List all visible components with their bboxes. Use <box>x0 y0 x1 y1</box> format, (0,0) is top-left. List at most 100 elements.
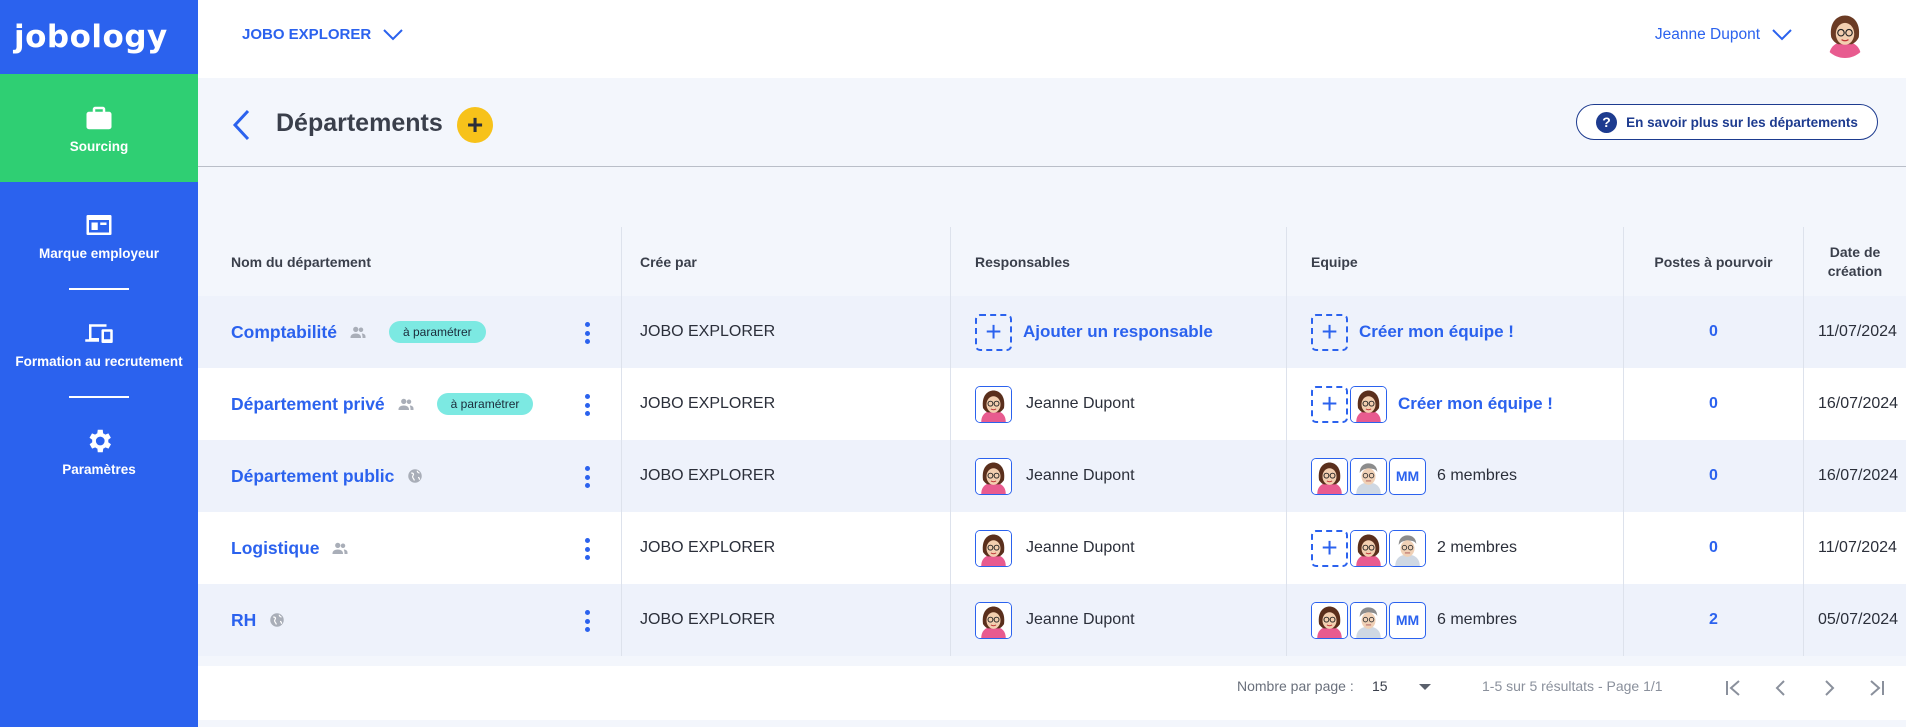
create-team-link[interactable]: Créer mon équipe ! <box>1359 322 1514 342</box>
team-member-initials[interactable]: MM <box>1389 601 1426 639</box>
first-page-icon[interactable] <box>1721 676 1745 700</box>
cell-positions: 0 <box>1624 440 1804 512</box>
team-member-avatar[interactable] <box>1350 385 1387 423</box>
last-page-icon[interactable] <box>1865 676 1889 700</box>
user-avatar[interactable] <box>1822 12 1868 58</box>
back-arrow-icon[interactable] <box>230 108 252 142</box>
department-name-link[interactable]: Département public <box>231 466 394 487</box>
cell-creation-date: 11/07/2024 <box>1818 539 1897 556</box>
team-member-avatar[interactable] <box>1311 601 1348 639</box>
cell-department-name: Comptabilité à paramétrer <box>198 296 622 368</box>
chevron-down-icon <box>383 28 403 40</box>
header-positions[interactable]: Postes à pourvoir <box>1624 227 1804 296</box>
team-member-avatar[interactable] <box>1350 529 1387 567</box>
team-member-avatar[interactable] <box>1311 457 1348 495</box>
sidebar: jobology Sourcing Marque employeur Forma… <box>0 0 198 727</box>
people-icon <box>331 539 349 557</box>
chevron-down-icon <box>1772 29 1792 41</box>
cell-positions: 0 <box>1624 368 1804 440</box>
sidebar-item-label: Formation au recrutement <box>15 353 183 369</box>
team-members-count[interactable]: 6 membres <box>1437 611 1517 629</box>
sidebar-item-sourcing[interactable]: Sourcing <box>0 74 198 182</box>
page-header: Départements + ? En savoir plus sur les … <box>198 78 1906 167</box>
more-options-icon[interactable] <box>583 466 591 488</box>
jobology-logo[interactable]: jobology <box>0 0 198 74</box>
more-options-icon[interactable] <box>583 538 591 560</box>
department-name-link[interactable]: Logistique <box>231 538 319 559</box>
header-team[interactable]: Equipe <box>1287 227 1624 296</box>
cell-department-name: RH <box>198 584 622 656</box>
team-member-avatar[interactable] <box>1389 529 1426 567</box>
user-menu[interactable]: Jeanne Dupont <box>1655 26 1792 44</box>
cell-managers: Jeanne Dupont <box>951 512 1287 584</box>
table-row: Département privé à paramétrer JOBO EXPLOR… <box>198 368 1906 440</box>
team-member-avatar[interactable] <box>1350 601 1387 639</box>
open-positions-count[interactable]: 2 <box>1709 611 1718 629</box>
header-created-by[interactable]: Crée par <box>622 227 951 296</box>
open-positions-count[interactable]: 0 <box>1709 395 1718 413</box>
pagination: Nombre par page : 15 1-5 sur 5 résultats… <box>198 666 1906 720</box>
next-page-icon[interactable] <box>1817 676 1841 700</box>
cell-department-name: Département privé à paramétrer <box>198 368 622 440</box>
manager-avatar[interactable] <box>975 385 1012 423</box>
caret-down-icon[interactable] <box>1419 684 1431 690</box>
company-selector[interactable]: JOBO EXPLORER <box>242 26 403 43</box>
cell-creation-date: 11/07/2024 <box>1818 323 1897 340</box>
department-name-link[interactable]: Département privé <box>231 394 385 415</box>
prev-page-icon[interactable] <box>1769 676 1793 700</box>
add-team-button[interactable]: + <box>1311 385 1348 423</box>
department-name-link[interactable]: Comptabilité <box>231 322 337 343</box>
add-manager-link[interactable]: Ajouter un responsable <box>1023 322 1213 342</box>
sidebar-item-label: Paramètres <box>62 461 136 477</box>
create-team-link[interactable]: Créer mon équipe ! <box>1398 394 1553 414</box>
team-members-count[interactable]: 6 membres <box>1437 467 1517 485</box>
add-team-button[interactable]: + <box>1311 529 1348 567</box>
header-managers[interactable]: Responsables <box>951 227 1287 296</box>
manager-avatar[interactable] <box>975 529 1012 567</box>
open-positions-count[interactable]: 0 <box>1709 467 1718 485</box>
open-positions-count[interactable]: 0 <box>1709 539 1718 557</box>
team-member-avatar[interactable] <box>1350 457 1387 495</box>
main-content: Départements + ? En savoir plus sur les … <box>198 78 1906 727</box>
gear-icon <box>89 429 111 452</box>
add-manager-button[interactable]: + <box>975 313 1012 351</box>
table-row: Logistique JOBO EXPLORER Jeanne Dupont +2 m… <box>198 512 1906 584</box>
sidebar-item-marque-employeur[interactable]: Marque employeur <box>0 182 198 288</box>
more-options-icon[interactable] <box>583 322 591 344</box>
top-bar: JOBO EXPLORER Jeanne Dupont <box>198 0 1906 78</box>
manager-avatar[interactable] <box>975 601 1012 639</box>
header-date[interactable]: Date de création <box>1804 227 1906 296</box>
status-badge: à paramétrer <box>388 321 486 343</box>
cell-creation-date: 05/07/2024 <box>1818 611 1899 628</box>
people-icon <box>349 323 367 341</box>
cell-department-name: Logistique <box>198 512 622 584</box>
open-positions-count[interactable]: 0 <box>1709 323 1718 341</box>
people-icon <box>397 395 415 413</box>
cell-team: +2 membres <box>1287 512 1624 584</box>
more-options-icon[interactable] <box>583 394 591 416</box>
team-members-count[interactable]: 2 membres <box>1437 539 1517 557</box>
sidebar-item-formation[interactable]: Formation au recrutement <box>0 290 198 396</box>
globe-icon <box>406 467 424 485</box>
briefcase-icon <box>86 106 112 129</box>
cell-team: + Créer mon équipe ! <box>1287 296 1624 368</box>
cell-created-by: JOBO EXPLORER <box>622 584 951 656</box>
sidebar-item-parametres[interactable]: Paramètres <box>0 398 198 504</box>
team-member-initials[interactable]: MM <box>1389 457 1426 495</box>
cell-team: MM 6 membres <box>1287 584 1624 656</box>
header-name[interactable]: Nom du département <box>198 227 622 296</box>
per-page-label: Nombre par page : <box>1237 678 1354 694</box>
more-options-icon[interactable] <box>583 610 591 632</box>
help-departments-button[interactable]: ? En savoir plus sur les départements <box>1576 104 1878 140</box>
sidebar-item-label: Marque employeur <box>38 245 160 261</box>
sidebar-item-label: Sourcing <box>69 138 129 154</box>
per-page-select[interactable]: 15 <box>1372 678 1388 694</box>
add-team-button[interactable]: + <box>1311 313 1348 351</box>
table-body: Comptabilité à paramétrer JOBO EXPLORER + Aj… <box>198 296 1906 656</box>
table-header: Nom du département Crée par Responsables… <box>198 227 1906 296</box>
department-name-link[interactable]: RH <box>231 610 256 631</box>
add-department-button[interactable]: + <box>457 107 493 143</box>
cell-team: + Créer mon équipe ! <box>1287 368 1624 440</box>
manager-avatar[interactable] <box>975 457 1012 495</box>
cell-managers: + Ajouter un responsable <box>951 296 1287 368</box>
